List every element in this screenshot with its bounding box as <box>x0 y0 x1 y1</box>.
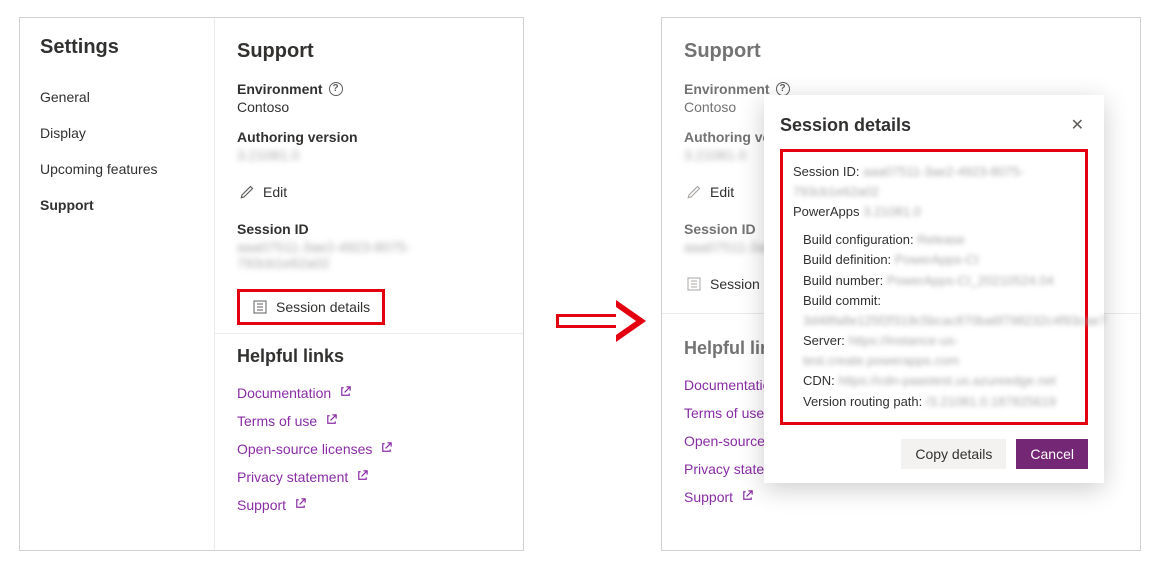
helpful-links-heading: Helpful links <box>237 346 501 367</box>
build-config-key: Build configuration: <box>803 232 914 247</box>
pencil-icon <box>686 184 702 200</box>
environment-value: Contoso <box>237 99 501 115</box>
close-icon[interactable]: ✕ <box>1067 113 1088 137</box>
routing-key: Version routing path: <box>803 394 922 409</box>
external-link-icon <box>294 497 307 513</box>
link-terms-label: Terms of use <box>684 405 764 421</box>
powerapps-key: PowerApps <box>793 204 859 219</box>
copy-details-button[interactable]: Copy details <box>901 439 1006 469</box>
sidebar-item-upcoming-features[interactable]: Upcoming features <box>20 151 214 187</box>
pencil-icon <box>239 184 255 200</box>
support-content: Support Environment ? Contoso Authoring … <box>215 18 523 550</box>
help-icon[interactable]: ? <box>329 82 343 96</box>
authoring-version-value: 3.21081.0 <box>237 147 501 163</box>
environment-label: Environment ? <box>237 81 501 97</box>
link-documentation[interactable]: Documentation <box>237 379 501 407</box>
settings-sidebar: Settings General Display Upcoming featur… <box>20 18 215 550</box>
build-def-key: Build definition: <box>803 252 891 267</box>
server-key: Server: <box>803 333 845 348</box>
link-support-label: Support <box>684 489 733 505</box>
authoring-version-label: Authoring version <box>237 129 501 145</box>
support-heading: Support <box>237 40 501 63</box>
settings-title: Settings <box>20 36 214 79</box>
help-icon[interactable]: ? <box>776 82 790 96</box>
session-details-button[interactable]: Session details <box>237 289 385 325</box>
external-link-icon <box>356 469 369 485</box>
build-commit-val: 3d48fa8e125f2f319c5bcac870ba6f798232c4f9… <box>803 313 1107 328</box>
cdn-key: CDN: <box>803 373 835 388</box>
external-link-icon <box>380 441 393 457</box>
build-num-val: PowerApps-CI_20210524.04 <box>887 273 1054 288</box>
details-list-icon <box>252 299 268 315</box>
link-support[interactable]: Support <box>237 491 501 519</box>
dialog-body: Session ID: aaa07511-3ae2-4923-8075-793c… <box>780 149 1088 425</box>
settings-panel-before: Settings General Display Upcoming featur… <box>19 17 524 551</box>
link-oss-label: Open-source licenses <box>237 441 372 457</box>
sidebar-item-display[interactable]: Display <box>20 115 214 151</box>
link-documentation-label: Documentation <box>237 385 331 401</box>
session-id-value: aaa07511-3ae2-4923-8075-793cb1e62a02 <box>237 239 501 271</box>
cancel-button[interactable]: Cancel <box>1016 439 1088 469</box>
arrow-annotation <box>556 300 651 344</box>
link-terms-label: Terms of use <box>237 413 317 429</box>
edit-button[interactable]: Edit <box>237 177 501 207</box>
sidebar-item-support[interactable]: Support <box>20 187 214 223</box>
session-id-label: Session ID <box>237 221 501 237</box>
dialog-title: Session details <box>780 115 911 136</box>
cdn-val: https://cdn-paastest.us.azureedge.net <box>838 373 1056 388</box>
details-list-icon <box>686 276 702 292</box>
edit-label: Edit <box>710 184 734 200</box>
link-privacy-label: Privacy statement <box>237 469 348 485</box>
edit-label: Edit <box>263 184 287 200</box>
session-details-dialog: Session details ✕ Session ID: aaa07511-3… <box>764 95 1104 483</box>
link-open-source-licenses[interactable]: Open-source licenses <box>237 435 501 463</box>
powerapps-val: 3.21081.0 <box>863 204 921 219</box>
build-config-val: Release <box>917 232 965 247</box>
link-support[interactable]: Support <box>684 483 1118 511</box>
link-support-label: Support <box>237 497 286 513</box>
external-link-icon <box>741 489 754 505</box>
session-id-key: Session ID: <box>793 164 859 179</box>
link-privacy-statement[interactable]: Privacy statement <box>237 463 501 491</box>
session-details-label: Session details <box>276 299 370 315</box>
routing-val: /3.21081.0.187825619 <box>926 394 1056 409</box>
link-terms-of-use[interactable]: Terms of use <box>237 407 501 435</box>
external-link-icon <box>339 385 352 401</box>
environment-label-text: Environment <box>237 81 323 97</box>
sidebar-item-general[interactable]: General <box>20 79 214 115</box>
support-heading: Support <box>684 40 1118 63</box>
build-commit-key: Build commit: <box>803 293 881 308</box>
build-num-key: Build number: <box>803 273 883 288</box>
external-link-icon <box>325 413 338 429</box>
environment-label-text: Environment <box>684 81 770 97</box>
build-def-val: PowerApps-CI <box>895 252 979 267</box>
